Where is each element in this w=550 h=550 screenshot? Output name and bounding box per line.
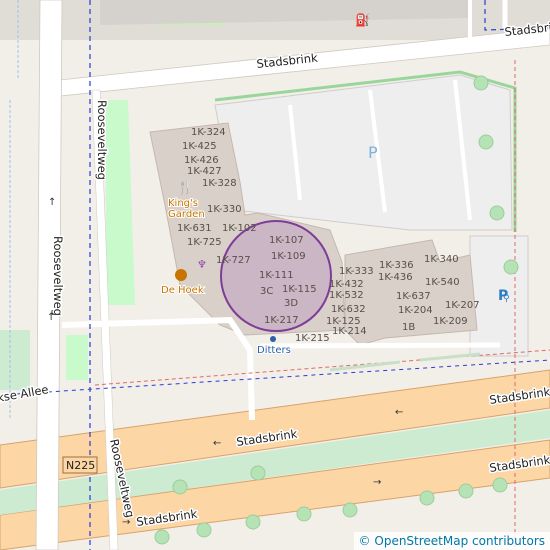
bicycle-icon: ⚲ <box>503 294 510 304</box>
house-number: 1K-333 <box>339 266 374 277</box>
tree <box>489 205 505 221</box>
house-number: 1K-436 <box>378 272 413 283</box>
access-road <box>259 342 501 349</box>
house-number: 3C <box>260 286 273 297</box>
house-number: 3D <box>284 298 298 309</box>
house-number: 1K-115 <box>282 284 317 295</box>
tree <box>342 502 358 518</box>
map-canvas[interactable]: P P ⚲ ⛽ 1K-324 1K-425 1K-426 1K-427 1K-3… <box>0 0 550 550</box>
tree <box>250 465 266 481</box>
route-shield-label: N225 <box>66 459 95 472</box>
house-number: 1K-540 <box>425 277 460 288</box>
house-number: 1K-336 <box>379 260 414 271</box>
tree <box>492 477 508 493</box>
tree <box>458 483 474 499</box>
fuel-station-icon: ⛽ <box>355 13 370 27</box>
de-hoek-label[interactable]: De Hoek <box>160 284 205 297</box>
tree <box>503 259 519 275</box>
ditters-label[interactable]: Ditters <box>256 344 292 357</box>
tree <box>196 522 212 538</box>
house-number: 1K-727 <box>216 255 251 266</box>
tree <box>172 479 188 495</box>
hedge-2 <box>419 352 481 362</box>
arrow-left-icon: ← <box>213 438 221 449</box>
house-number: 1K-340 <box>424 254 459 265</box>
house-number: 1K-111 <box>259 270 294 281</box>
arrow-left-icon: ← <box>395 407 403 418</box>
house-number: 1K-426 <box>184 155 219 166</box>
house-number: 1K-432 <box>329 279 364 290</box>
shop-icon[interactable] <box>270 336 276 342</box>
house-number: 1K-330 <box>207 204 242 215</box>
parking-symbol: P <box>368 143 378 162</box>
house-number: 1K-632 <box>331 304 366 315</box>
attribution-link[interactable]: OpenStreetMap contributors <box>374 534 545 548</box>
house-number: 1K-207 <box>445 300 480 311</box>
house-number: 1K-102 <box>222 223 257 234</box>
green-strip-left <box>0 330 30 390</box>
house-number: 1B <box>402 322 415 333</box>
green-strip <box>106 100 135 305</box>
tree <box>473 75 489 91</box>
house-number: 1K-631 <box>177 223 212 234</box>
street-label-rooseveltweg-top: Rooseveltweg <box>95 100 109 180</box>
house-number: 1K-109 <box>271 251 306 262</box>
house-number: 1K-215 <box>295 333 330 344</box>
arrow-right-icon: → <box>373 477 381 488</box>
house-number: 1K-328 <box>202 178 237 189</box>
street-label-rooseveltweg-left: Rooseveltweg <box>51 236 65 316</box>
house-number: 1K-324 <box>191 127 226 138</box>
tree <box>245 514 261 530</box>
map-attribution[interactable]: © OpenStreetMap contributors <box>353 532 550 550</box>
green-strip-small <box>66 335 88 380</box>
house-number: 1K-209 <box>433 316 468 327</box>
arrow-up-icon: ↑ <box>47 312 55 323</box>
florist-icon[interactable]: ♆ <box>197 258 207 271</box>
tree <box>296 506 312 522</box>
house-number: 1K-532 <box>329 290 364 301</box>
house-number: 1K-217 <box>264 315 299 326</box>
house-number: 1K-204 <box>398 305 433 316</box>
house-number: 1K-425 <box>182 141 217 152</box>
copyright-symbol: © <box>358 534 371 548</box>
tree <box>419 490 435 506</box>
fast-food-icon[interactable] <box>175 269 187 281</box>
house-number: 1K-725 <box>187 237 222 248</box>
restaurant-icon[interactable]: 🍴 <box>177 180 193 196</box>
arrow-up-icon: ↑ <box>48 197 56 208</box>
arrow-right-icon: → <box>122 517 130 528</box>
map-view[interactable]: P P ⚲ ⛽ 1K-324 1K-425 1K-426 1K-427 1K-3… <box>0 0 550 550</box>
tree <box>478 134 494 150</box>
house-number: 1K-107 <box>269 235 304 246</box>
tree <box>154 529 170 545</box>
house-number: 1K-214 <box>332 326 367 337</box>
house-number: 1K-637 <box>396 291 431 302</box>
house-number: 1K-427 <box>187 166 222 177</box>
